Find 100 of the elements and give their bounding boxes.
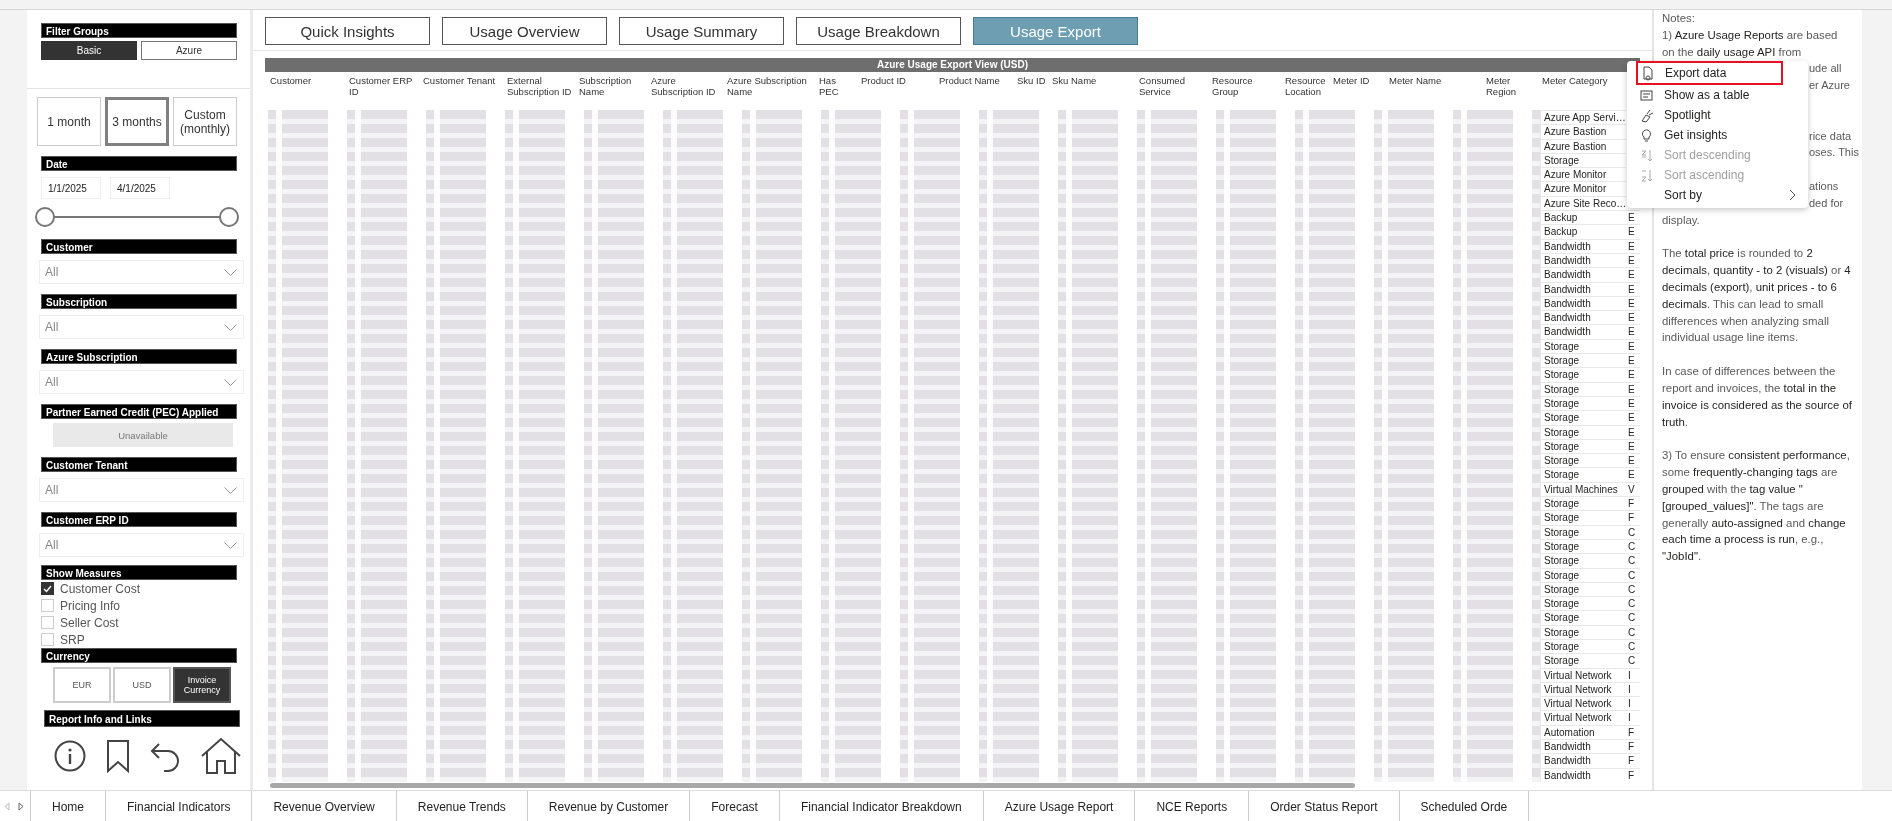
filter-dropdown[interactable]: All xyxy=(39,370,244,394)
section-header: Show Measures xyxy=(41,565,237,580)
column-header[interactable]: Resource Group xyxy=(1210,72,1283,102)
slider-handle[interactable] xyxy=(35,207,55,227)
table-cell: Azure Monitor xyxy=(1540,167,1626,182)
table-cell: Storage xyxy=(1540,553,1626,568)
section-header: Report Info and Links xyxy=(44,710,240,727)
table-cell: Storage xyxy=(1540,467,1626,482)
period-button[interactable]: 1 month xyxy=(37,97,101,146)
filter-dropdown[interactable]: All xyxy=(39,478,244,502)
page-tab[interactable]: Financial Indicators xyxy=(106,791,253,821)
notes-text: er Azure xyxy=(1809,79,1850,92)
period-button[interactable]: Custom (monthly) xyxy=(173,97,237,146)
table-title: Azure Usage Export View (USD) xyxy=(265,58,1640,72)
info-icon[interactable] xyxy=(54,740,86,772)
chevron-down-icon xyxy=(224,268,237,276)
page-tab[interactable]: Financial Indicator Breakdown xyxy=(779,791,984,821)
notes-text: ude all xyxy=(1809,62,1842,75)
table-cell: Bandwidth xyxy=(1540,324,1626,339)
table-cell: Storage xyxy=(1540,653,1626,668)
column-header[interactable]: Consumed Service xyxy=(1137,72,1210,102)
horizontal-scrollbar[interactable] xyxy=(270,782,1355,788)
column-header[interactable]: Customer Tenant xyxy=(421,72,505,102)
notes-text: display. xyxy=(1662,212,1701,228)
currency-button[interactable]: EUR xyxy=(53,667,111,703)
column-header[interactable]: Customer ERP ID xyxy=(347,72,421,102)
table-cell: Bandwidth xyxy=(1540,739,1626,754)
chevron-down-icon xyxy=(224,486,237,494)
filter-dropdown[interactable]: All xyxy=(39,533,244,557)
table-cell: Bandwidth xyxy=(1540,267,1626,282)
document-icon xyxy=(1640,65,1655,81)
column-header[interactable]: Azure Subscription Name xyxy=(725,72,817,102)
table-cell: Storage xyxy=(1540,610,1626,625)
menu-item[interactable]: Show as a table xyxy=(1631,85,1804,105)
column-header[interactable]: Customer xyxy=(268,72,347,102)
column-header[interactable]: Meter Region xyxy=(1484,72,1540,102)
table-cell: Virtual Network xyxy=(1540,696,1626,711)
bookmark-icon[interactable] xyxy=(106,739,130,773)
page-tab[interactable]: Order Status Report xyxy=(1249,791,1400,821)
page-tab[interactable]: Usage Breakdown xyxy=(796,17,961,45)
table-icon xyxy=(1639,87,1654,103)
section-header: Currency xyxy=(41,648,237,663)
column-header[interactable]: Meter Category xyxy=(1540,72,1626,102)
table-cell: Bandwidth xyxy=(1540,310,1626,325)
page-tab[interactable]: Scheduled Orde xyxy=(1399,791,1530,821)
slider-handle[interactable] xyxy=(219,207,239,227)
page-tab[interactable]: Revenue by Customer xyxy=(527,791,691,821)
page-tab[interactable]: Revenue Overview xyxy=(252,791,397,821)
table-cell: Azure Bastion xyxy=(1540,124,1626,139)
table-cell: Storage xyxy=(1540,367,1626,382)
table-cell: Storage xyxy=(1540,496,1626,511)
filter-group-button[interactable]: Azure xyxy=(141,41,237,60)
unavailable-button[interactable]: Unavailable xyxy=(53,423,233,447)
checkbox-label: Seller Cost xyxy=(60,615,119,630)
checkbox-label: Customer Cost xyxy=(60,581,141,596)
next-page-icon[interactable] xyxy=(18,802,24,811)
table-cell: Storage xyxy=(1540,510,1626,525)
filter-group-button[interactable]: Basic xyxy=(41,41,137,60)
section-header: Customer ERP ID xyxy=(41,512,237,527)
table-cell: Azure App Servi… xyxy=(1540,110,1626,125)
table-cell: Storage xyxy=(1540,596,1626,611)
column-header[interactable]: Product ID xyxy=(859,72,937,102)
column-header[interactable]: Product Name xyxy=(937,72,1015,102)
notes-text: oses. This xyxy=(1809,146,1859,159)
page-tab[interactable]: Quick Insights xyxy=(265,17,430,45)
column-header[interactable]: Sku Name xyxy=(1050,72,1137,102)
page-tab[interactable]: NCE Reports xyxy=(1135,791,1250,821)
start-date-field[interactable]: 1/1/2025 xyxy=(41,177,101,199)
notes-paragraph: 3) To ensure consistent performance, some frequently-changing tags are grouped with the tag value "[grouped_values]". The tags are generally auto-assigned and change each time a process is run, e.g., "JobId". xyxy=(1662,448,1851,565)
home-icon[interactable] xyxy=(200,737,242,775)
checkbox[interactable] xyxy=(41,582,54,595)
menu-item[interactable]: Spotlight xyxy=(1631,105,1804,125)
column-header[interactable]: External Subscription ID xyxy=(505,72,577,102)
notes-text: 1) Azure Usage Reports are based xyxy=(1662,27,1839,43)
page-tab[interactable]: Forecast xyxy=(690,791,780,821)
period-button[interactable]: 3 months xyxy=(105,97,169,146)
column-header[interactable]: Resource Location xyxy=(1283,72,1331,102)
column-header[interactable]: Azure Subscription ID xyxy=(649,72,725,102)
currency-button[interactable]: USD xyxy=(113,667,171,703)
page-tab[interactable]: Azure Usage Report xyxy=(983,791,1136,821)
page-tab[interactable]: Usage Summary xyxy=(619,17,784,45)
page-tab[interactable]: Home xyxy=(31,791,106,821)
column-header[interactable]: Has PEC xyxy=(817,72,859,102)
undo-icon[interactable] xyxy=(150,740,180,772)
page-tab[interactable]: Revenue Trends xyxy=(396,791,528,821)
menu-item[interactable]: Export data xyxy=(1636,61,1783,85)
column-header[interactable]: Sku ID xyxy=(1015,72,1050,102)
column-header[interactable]: Meter ID xyxy=(1331,72,1387,102)
column-header[interactable]: Subscription Name xyxy=(577,72,649,102)
currency-button[interactable]: Invoice Currency xyxy=(173,667,231,703)
column-header[interactable]: Meter Name xyxy=(1387,72,1484,102)
menu-item[interactable]: Sort by xyxy=(1631,185,1804,205)
filter-dropdown[interactable]: All xyxy=(39,260,244,284)
table-cell: Backup xyxy=(1540,210,1626,225)
menu-item[interactable]: Get insights xyxy=(1631,125,1804,145)
checkbox-label: Pricing Info xyxy=(60,598,121,613)
page-tab[interactable]: Usage Overview xyxy=(442,17,607,45)
section-header: Azure Subscription xyxy=(41,349,237,364)
filter-dropdown[interactable]: All xyxy=(39,315,244,339)
end-date-field[interactable]: 4/1/2025 xyxy=(110,177,170,199)
